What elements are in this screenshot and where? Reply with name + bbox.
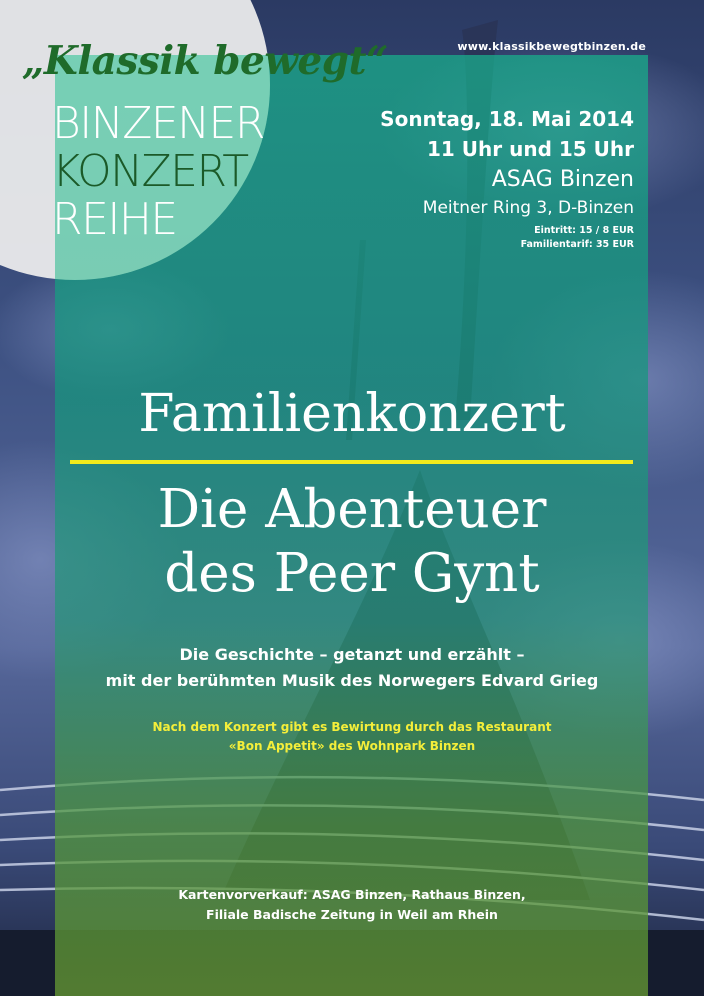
catering-note: Nach dem Konzert gibt es Bewirtung durch… <box>0 718 704 756</box>
presale-line-1: Kartenvorverkauf: ASAG Binzen, Rathaus B… <box>178 887 526 902</box>
concert-kind: Familienkonzert <box>138 384 566 444</box>
poster: www.klassikbewegtbinzen.de „Klassik bewe… <box>0 0 704 996</box>
event-date: Sonntag, 18. Mai 2014 <box>380 107 634 131</box>
series-line-1: BINZENER <box>52 98 265 149</box>
presale-line-2: Filiale Badische Zeitung in Weil am Rhei… <box>206 907 498 922</box>
tagline-klassik-bewegt: „Klassik bewegt“ <box>22 38 388 84</box>
concert-title-line-2: des Peer Gynt <box>164 543 540 604</box>
concert-description: Die Geschichte – getanzt und erzählt – m… <box>0 642 704 694</box>
catering-line-1: Nach dem Konzert gibt es Bewirtung durch… <box>152 720 552 734</box>
event-venue: ASAG Binzen <box>491 167 634 192</box>
description-line-2: mit der berühmten Musik des Norwegers Ed… <box>105 671 599 690</box>
website-url: www.klassikbewegtbinzen.de <box>457 40 646 53</box>
event-address: Meitner Ring 3, D-Binzen <box>422 198 634 218</box>
family-rate: Familientarif: 35 EUR <box>520 239 634 250</box>
concert-title: Die Abenteuer des Peer Gynt <box>0 478 704 606</box>
event-info: Sonntag, 18. Mai 2014 11 Uhr und 15 Uhr … <box>380 104 634 252</box>
event-times: 11 Uhr und 15 Uhr <box>427 137 634 161</box>
catering-line-2: «Bon Appetit» des Wohnpark Binzen <box>228 739 476 753</box>
series-title: BINZENER KONZERT REIHE <box>52 98 265 245</box>
description-line-1: Die Geschichte – getanzt und erzählt – <box>179 645 525 664</box>
presale-info: Kartenvorverkauf: ASAG Binzen, Rathaus B… <box>0 885 704 925</box>
series-line-2: KONZERT <box>52 146 249 197</box>
concert-title-line-1: Die Abenteuer <box>157 479 547 540</box>
series-line-3: REIHE <box>52 194 178 245</box>
admission-price: Eintritt: 15 / 8 EUR <box>534 225 634 236</box>
yellow-divider <box>70 460 633 464</box>
